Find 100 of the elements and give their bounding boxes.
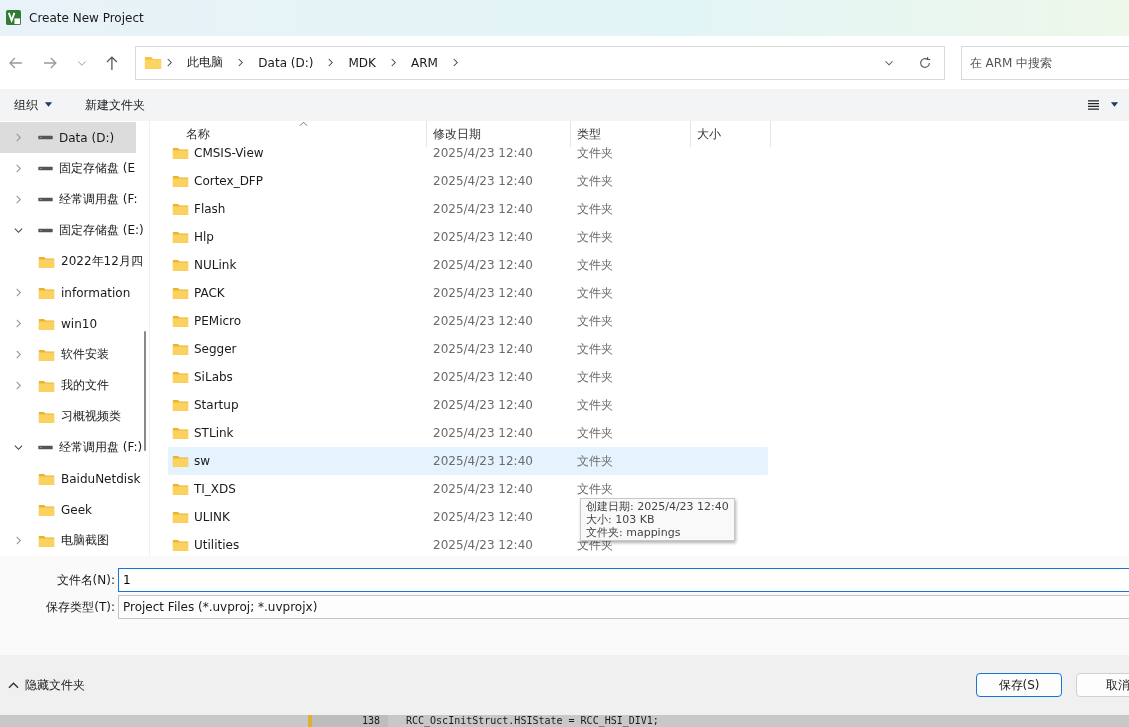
tooltip-line: 大小: 103 KB bbox=[586, 513, 656, 527]
tree-item[interactable]: information bbox=[0, 277, 136, 309]
type-cell: 文件夹 bbox=[577, 368, 613, 386]
folder-icon bbox=[172, 426, 189, 441]
hide-folders-button[interactable]: 隐藏文件夹 bbox=[6, 674, 87, 696]
folder-icon bbox=[172, 202, 189, 217]
column-header[interactable]: 类型 bbox=[571, 121, 691, 148]
scrollbar-thumb[interactable] bbox=[144, 331, 146, 452]
folder-icon bbox=[172, 482, 189, 497]
tooltip-line: 创建日期: 2025/4/23 12:40 bbox=[586, 500, 729, 514]
window-title: Create New Project bbox=[29, 10, 144, 25]
chevron-down-icon[interactable] bbox=[14, 443, 23, 453]
type-cell: 文件夹 bbox=[577, 256, 613, 274]
column-header[interactable]: 名称 bbox=[170, 121, 427, 148]
file-name-field[interactable]: 1 bbox=[118, 568, 1129, 593]
file-name: NULink bbox=[194, 258, 237, 273]
tree-item[interactable]: 固定存储盘 (E bbox=[0, 153, 136, 185]
file-name: Flash bbox=[194, 202, 226, 217]
column-header[interactable]: 大小 bbox=[691, 121, 771, 148]
tree-item[interactable]: BaiduNetdisk bbox=[0, 463, 141, 495]
tree-item[interactable]: 经常调用盘 (F:) bbox=[0, 432, 143, 464]
date-cell: 2025/4/23 12:40 bbox=[433, 147, 533, 161]
type-cell: 文件夹 bbox=[577, 200, 613, 218]
app-icon bbox=[6, 10, 21, 26]
date-cell: 2025/4/23 12:40 bbox=[433, 286, 533, 301]
file-name: Startup bbox=[194, 398, 239, 413]
folder-icon bbox=[172, 398, 189, 413]
date-cell: 2025/4/23 12:40 bbox=[433, 370, 533, 385]
folder-icon bbox=[172, 174, 189, 189]
tree-item[interactable]: Data (D:) bbox=[0, 122, 136, 154]
type-cell: 文件夹 bbox=[577, 424, 613, 442]
folder-icon bbox=[172, 258, 189, 273]
folder-icon bbox=[38, 285, 55, 300]
folder-icon bbox=[38, 471, 55, 486]
breadcrumb-item[interactable]: 此电脑 bbox=[187, 54, 224, 72]
field-label: 保存类型(T): bbox=[45, 598, 116, 616]
file-name: Hlp bbox=[194, 230, 214, 245]
column-header[interactable]: 修改日期 bbox=[427, 121, 571, 148]
chevron-right-icon[interactable] bbox=[14, 536, 23, 546]
folder-icon bbox=[144, 55, 163, 71]
tree-item[interactable]: Geek bbox=[0, 494, 136, 526]
tree-item[interactable]: 固定存储盘 (E:) bbox=[0, 215, 144, 247]
file-name: sw bbox=[194, 454, 211, 469]
file-name: TI_XDS bbox=[194, 482, 236, 497]
chevron-right-icon bbox=[166, 58, 174, 68]
breadcrumb-item[interactable]: MDK bbox=[348, 55, 376, 70]
folder-icon bbox=[38, 378, 55, 393]
tree-item[interactable]: 经常调用盘 (F: bbox=[0, 184, 138, 216]
breadcrumb-item[interactable]: ARM bbox=[410, 55, 438, 70]
breadcrumb-item[interactable]: Data (D:) bbox=[258, 55, 314, 70]
folder-icon bbox=[38, 254, 55, 269]
tree-item[interactable]: 我的文件 bbox=[0, 370, 136, 402]
type-cell: 文件夹 bbox=[577, 340, 613, 358]
refresh-icon[interactable] bbox=[917, 55, 932, 70]
tree-item[interactable]: 习概视频类 bbox=[0, 401, 136, 433]
list-view-icon[interactable] bbox=[1087, 99, 1100, 111]
tree-item[interactable]: win10 bbox=[0, 308, 136, 340]
date-cell: 2025/4/23 12:40 bbox=[433, 314, 533, 329]
folder-icon bbox=[172, 370, 189, 385]
file-type-dropdown[interactable]: Project Files (*.uvproj; *.uvprojx) bbox=[118, 595, 1129, 620]
date-cell: 2025/4/23 12:40 bbox=[433, 230, 533, 245]
save-button[interactable]: 保存(S) bbox=[976, 673, 1062, 698]
folder-icon bbox=[38, 533, 55, 548]
chevron-right-icon bbox=[237, 58, 245, 68]
file-name: PEMicro bbox=[194, 314, 242, 329]
search-field[interactable]: 在 ARM 中搜索 bbox=[960, 45, 1129, 80]
caret-icon bbox=[44, 102, 53, 109]
organize-menu-button[interactable]: 组织 bbox=[6, 92, 61, 118]
date-cell: 2025/4/23 12:40 bbox=[433, 538, 533, 553]
chevron-right-icon[interactable] bbox=[14, 195, 23, 205]
address-bar[interactable]: 此电脑 Data (D:) MDK ARM bbox=[135, 45, 945, 80]
type-cell: 文件夹 bbox=[577, 396, 613, 414]
chevron-down-icon[interactable] bbox=[14, 226, 23, 236]
new-folder-button[interactable]: 新建文件夹 bbox=[77, 92, 153, 118]
field-label: 文件名(N): bbox=[55, 571, 116, 589]
chevron-right-icon[interactable] bbox=[14, 164, 23, 174]
tree-item[interactable]: 2022年12月四 bbox=[0, 246, 143, 278]
file-name: CMSIS-View bbox=[194, 147, 264, 161]
folder-icon bbox=[172, 230, 189, 245]
tree-item[interactable]: 软件安装 bbox=[0, 339, 136, 371]
date-cell: 2025/4/23 12:40 bbox=[433, 342, 533, 357]
chevron-right-icon[interactable] bbox=[451, 58, 459, 68]
folder-icon bbox=[38, 316, 55, 331]
cancel-button[interactable]: 取消 bbox=[1076, 673, 1129, 698]
code-line: RCC_OscInitStruct.HSIState = RCC_HSI_DIV1; bbox=[405, 715, 659, 727]
tree-item[interactable]: 电脑截图 bbox=[0, 525, 136, 557]
date-cell: 2025/4/23 12:40 bbox=[433, 426, 533, 441]
chevron-right-icon[interactable] bbox=[14, 350, 23, 360]
caret-icon[interactable] bbox=[1110, 102, 1119, 109]
chevron-right-icon[interactable] bbox=[14, 381, 23, 391]
file-name: Segger bbox=[194, 342, 237, 357]
type-cell: 文件夹 bbox=[577, 452, 613, 470]
folder-icon bbox=[172, 342, 189, 357]
file-name: PACK bbox=[194, 286, 225, 301]
row-highlight[interactable]: sw 2025/4/23 12:40 文件夹 bbox=[168, 447, 768, 476]
chevron-right-icon[interactable] bbox=[14, 288, 23, 298]
type-cell: 文件夹 bbox=[577, 147, 613, 162]
file-name: STLink bbox=[194, 426, 234, 441]
chevron-right-icon[interactable] bbox=[14, 319, 23, 329]
chevron-up-icon bbox=[8, 681, 19, 690]
